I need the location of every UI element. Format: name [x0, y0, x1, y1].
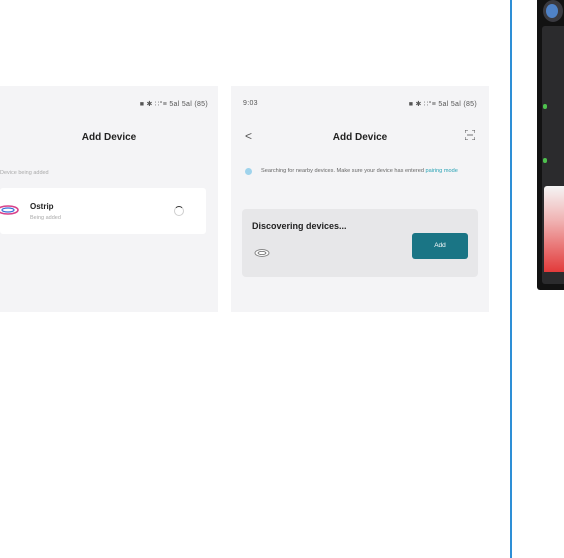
avatar: [546, 4, 558, 18]
device-icon: [254, 249, 270, 257]
status-time: 9:03: [243, 100, 258, 107]
color-gradient-slider[interactable]: [544, 186, 564, 272]
device-icon: [0, 205, 19, 215]
notice-text: Searching for nearby devices. Make sure …: [261, 168, 426, 174]
status-bar: ■ ✱ ∷°≡ 5al 5al (85): [139, 101, 208, 108]
page-indicator: · · · · ·: [231, 310, 489, 312]
page-divider: [510, 0, 512, 558]
status-bar: ■ ✱ ∷°≡ 5al 5al (85): [408, 101, 477, 108]
info-icon: [245, 168, 252, 175]
discovering-title: Discovering devices...: [252, 221, 347, 231]
page-title: Add Device: [81, 132, 137, 143]
add-button[interactable]: Add: [412, 233, 468, 259]
page-title: Add Device: [332, 132, 388, 143]
status-dot-green: [543, 158, 547, 163]
add-device-screen-right: 9:03 ■ ✱ ∷°≡ 5al 5al (85) < Add Device S…: [231, 86, 489, 312]
scan-icon[interactable]: [465, 130, 475, 140]
device-status: Being added: [30, 215, 61, 221]
dark-screen-partial: [537, 0, 564, 290]
pairing-mode-link[interactable]: pairing mode: [425, 168, 457, 174]
section-hint: Device being added: [0, 170, 49, 176]
spinner-icon: [174, 206, 184, 216]
device-name: Ostrip: [30, 202, 54, 211]
status-dot-green: [543, 104, 547, 109]
add-device-screen-left: ■ ✱ ∷°≡ 5al 5al (85) Add Device Device b…: [0, 86, 218, 312]
device-card[interactable]: Ostrip Being added: [0, 188, 206, 234]
discovering-card: Discovering devices... Add: [242, 209, 478, 277]
